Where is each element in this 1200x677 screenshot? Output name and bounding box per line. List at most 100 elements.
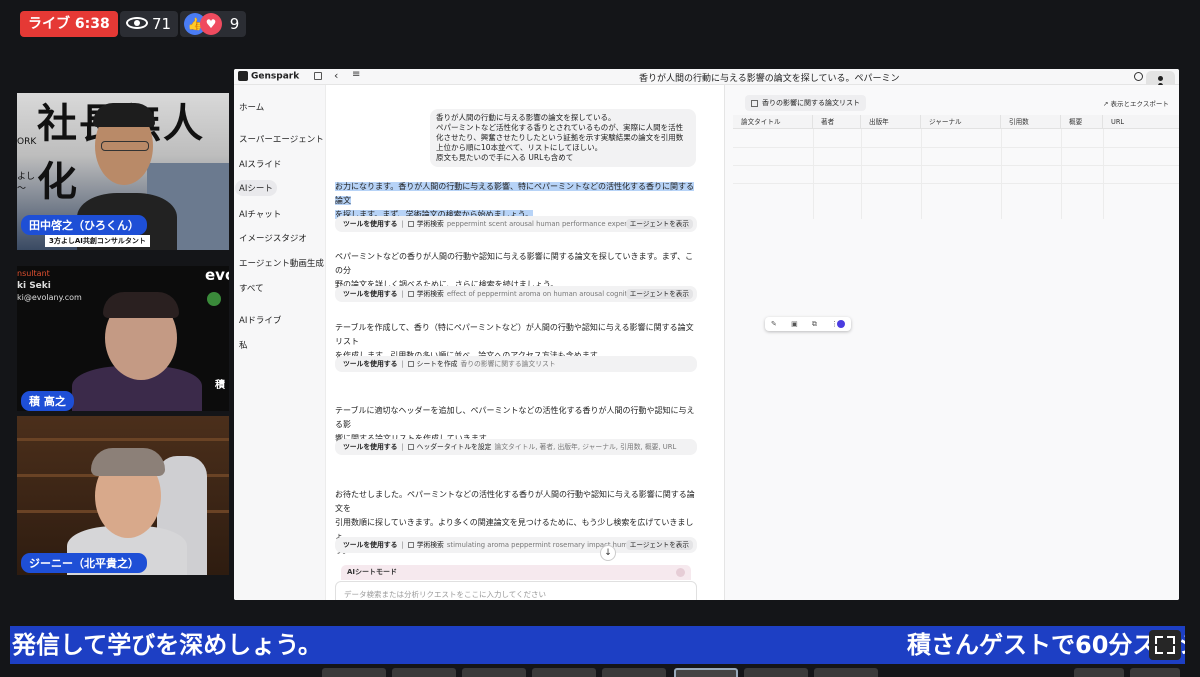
document-icon [407, 221, 414, 227]
column-header[interactable]: 概要 [1061, 115, 1103, 129]
scene-thumbnail[interactable] [392, 668, 456, 677]
column-header[interactable]: 著者 [813, 115, 861, 129]
sidebar-item-home[interactable]: ホーム [237, 99, 266, 115]
viewer-counter: 71 [120, 11, 178, 37]
name-tag: 田中啓之（ひろくん） [21, 215, 147, 235]
guest-card-text: 積 [215, 380, 225, 391]
sidebar-item-agent-video[interactable]: エージェント動画生成 [237, 255, 326, 271]
globe-icon[interactable] [1134, 72, 1143, 81]
collapse-icon[interactable] [676, 568, 685, 577]
column-header[interactable]: 論文タイトル [733, 115, 813, 129]
menu-icon[interactable]: ≡ [352, 69, 360, 80]
genspark-logo-icon [238, 71, 248, 81]
message-line: テーブルを作成して、香り（特にペパーミントなど）が人間の行動や認知に与える影響に… [335, 323, 694, 346]
brand-logo-text: evo [205, 266, 229, 284]
ticker-text: 発信して学びを深めしょう。 [12, 631, 322, 659]
tool-name: 学術検索 [416, 290, 444, 298]
back-arrow-icon[interactable]: ‹ [334, 69, 338, 82]
tool-call-card[interactable]: ツールを使用する | 学術検索 effect of peppermint aroma … [335, 286, 697, 302]
sidebar-item-me[interactable]: 私 [237, 337, 250, 353]
sheet-icon [407, 361, 414, 367]
glasses-shape [101, 141, 149, 151]
show-agent-button[interactable]: エージェントを表示 [625, 289, 693, 299]
document-icon [407, 542, 414, 548]
grid-line [1103, 129, 1104, 219]
name-tag: 積 高之 [21, 391, 74, 411]
sheet-panel: 香りの影響に関する論文リスト ↗ 表示とエクスポート 論文タイトル 著者 出版年… [724, 85, 1179, 600]
user-message-line: 原文も見たいので手に入る URLも含めて [436, 153, 574, 162]
tool-prefix: ツールを使用する [343, 220, 398, 228]
message-line: テーブルに適切なヘッダーを追加し、ペパーミントなどの活性化する香りが人間の行動や… [335, 406, 695, 429]
sidebar-item-super-agent[interactable]: スーパーエージェント [237, 131, 326, 147]
tool-call-card[interactable]: ツールを使用する | 学術検索 stimulating aroma peppermin… [335, 537, 697, 553]
name-tag: ジーニー（北平貴之） [21, 553, 147, 573]
app-sidebar: ホーム スーパーエージェント AIスライド AIシート AIチャット イメージス… [234, 85, 326, 600]
tool-prefix: ツールを使用する [343, 443, 398, 451]
scene-thumbnail[interactable] [814, 668, 878, 677]
tool-name: シートを作成 [416, 360, 458, 368]
message-line: ペパーミントなどの香りが人間の行動や認知に与える影響に関する論文を探していきます… [335, 252, 694, 275]
grid-line [733, 165, 1179, 166]
grid-line [921, 129, 922, 219]
sidebar-item-ai-chat[interactable]: AIチャット [237, 206, 283, 222]
floating-toolbar[interactable]: ✎ ▣ ⧉ ⋮ [765, 317, 851, 331]
fullscreen-icon [1167, 646, 1175, 654]
scene-thumbnail-selected[interactable] [674, 668, 738, 677]
app-brand[interactable]: Genspark [238, 71, 299, 82]
tool-call-card[interactable]: ツールを使用する | ヘッダータイトルを設定 論文タイトル, 著者, 出版年, ジャー… [335, 439, 697, 455]
show-agent-button[interactable]: エージェントを表示 [625, 219, 693, 229]
sidebar-item-ai-sheets[interactable]: AIシート [235, 180, 277, 196]
ai-sheet-mode-bar: AIシートモード [341, 565, 691, 580]
sidebar-item-image-studio[interactable]: イメージスタジオ [237, 230, 309, 246]
banner-side-text: 〜 [17, 184, 27, 194]
sheet-icon [751, 99, 758, 107]
tool-prefix: ツールを使用する [343, 541, 398, 549]
show-agent-button[interactable]: エージェントを表示 [625, 540, 693, 550]
tool-name: 学術検索 [416, 220, 444, 228]
user-message-line: ペパーミントなど活性化する香りとされているものが、実際に人間を活性 [436, 123, 684, 132]
eye-icon [126, 17, 148, 29]
live-badge: ライブ 6:38 [20, 11, 118, 37]
name-subtitle: 3方よしAI共創コンサルタント [45, 235, 150, 247]
shared-app-window: Genspark ‹ ≡ 香りが人間の行動に与える影響の論文を探している。ペパー… [234, 69, 1179, 600]
user-message-line: 化させたり、興奮させたりしたという証拠を示す実験結果の論文を引用数 [436, 133, 684, 142]
grid-line [1061, 129, 1062, 219]
bookshelf-line [17, 438, 229, 441]
sidebar-item-all[interactable]: すべて [237, 280, 266, 296]
news-ticker: 発信して学びを深めしょう。 積さんゲストで60分スペシ [10, 626, 1185, 664]
fullscreen-icon [1155, 636, 1163, 644]
column-header[interactable]: 引用数 [1001, 115, 1061, 129]
user-message-line: 上位から順に10本並べて、リストにしてほしい。 [436, 143, 603, 152]
export-button[interactable]: ↗ 表示とエクスポート [1103, 98, 1169, 108]
sidebar-item-ai-drive[interactable]: AIドライブ [237, 312, 283, 328]
grid-line [813, 129, 814, 219]
sidebar-toggle-icon[interactable] [314, 72, 322, 80]
scene-thumbnail[interactable] [1074, 668, 1124, 677]
tool-argument: 論文タイトル, 著者, 出版年, ジャーナル, 引用数, 概要, URL [494, 443, 677, 451]
sheet-tab[interactable]: 香りの影響に関する論文リスト [745, 95, 866, 111]
ticker-text: 積さんゲストで60分スペシ [907, 631, 1185, 659]
assistant-icon[interactable] [837, 320, 845, 328]
column-header[interactable]: 出版年 [861, 115, 921, 129]
tool-call-card[interactable]: ツールを使用する | 学術検索 peppermint scent arousal hu… [335, 216, 697, 232]
toolbar-icons: ✎ ▣ ⧉ ⋮ [771, 320, 845, 328]
scene-thumbnail[interactable] [602, 668, 666, 677]
chat-input[interactable]: データ検索または分析リクエストをここに入力してください [335, 581, 697, 600]
fullscreen-button[interactable] [1149, 630, 1181, 660]
guest-card-text: ki@evolany.com [17, 293, 82, 302]
scene-thumbnail[interactable] [462, 668, 526, 677]
sheet-tab-label: 香りの影響に関する論文リスト [762, 99, 860, 107]
scene-thumbnail[interactable] [322, 668, 386, 677]
scroll-down-arrow-icon[interactable]: ↓ [600, 545, 616, 561]
tool-call-card[interactable]: ツールを使用する | シートを作成 香りの影響に関する論文リスト [335, 356, 697, 372]
column-header[interactable]: URL [1103, 115, 1179, 129]
heart-icon: ♥ [200, 12, 222, 35]
column-header[interactable]: ジャーナル [921, 115, 1001, 129]
scene-thumbnail[interactable] [532, 668, 596, 677]
scene-thumbnail[interactable] [744, 668, 808, 677]
scene-thumbnail[interactable] [1130, 668, 1180, 677]
brand-name: Genspark [251, 71, 300, 82]
guest-card-text: nsultant [17, 269, 50, 278]
banner-side-text: ORK [17, 137, 37, 147]
sidebar-item-ai-slides[interactable]: AIスライド [237, 156, 283, 172]
